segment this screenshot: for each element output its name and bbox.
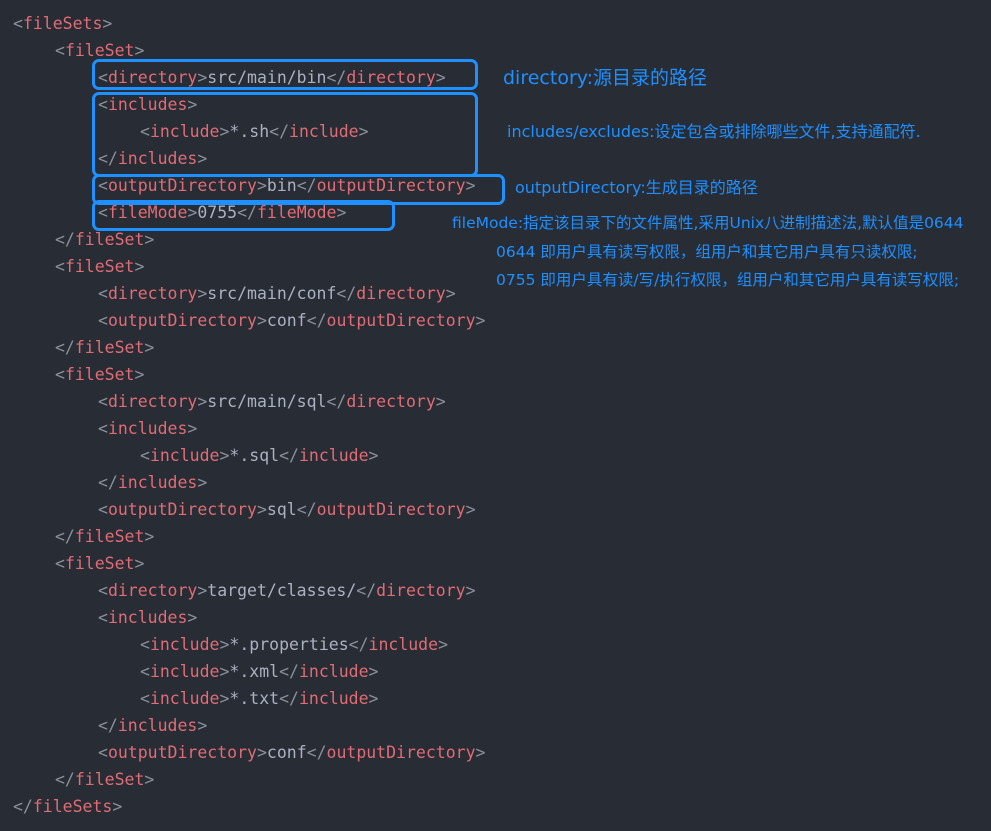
code-line: <include>*.txt</include> [140, 689, 379, 708]
annotation-directory: directory:源目录的路径 [503, 67, 708, 89]
code-line: <includes> [98, 608, 198, 627]
code-line: <outputDirectory>bin</outputDirectory> [98, 176, 476, 195]
code-line: <fileSets> [13, 14, 113, 33]
code-line: </includes> [98, 473, 208, 492]
code-line: <include>*.xml</include> [140, 662, 379, 681]
code-line: <outputDirectory>sql</outputDirectory> [98, 500, 476, 519]
code-line: <fileMode>0755</fileMode> [98, 203, 347, 222]
annotation-output-directory: outputDirectory:生成目录的路径 [515, 178, 758, 197]
annotation-file-mode: fileMode:指定该目录下的文件属性,采用Unix八进制描述法,默认值是06… [452, 214, 964, 232]
code-line: <fileSet> [55, 365, 145, 384]
code-line: </includes> [98, 716, 208, 735]
code-line: <directory>src/main/conf</directory> [98, 284, 456, 303]
code-line: </fileSets> [13, 797, 123, 816]
code-snippet-screenshot: <fileSets> <fileSet> <directory>src/main/b… [0, 0, 991, 831]
annotation-file-mode-0644: 0644 即用户具有读写权限，组用户和其它用户具有只读权限; [496, 243, 918, 261]
code-line: <include>*.properties</include> [140, 635, 448, 654]
code-line: <include>*.sh</include> [140, 122, 369, 141]
code-line: <fileSet> [55, 554, 145, 573]
code-line: <outputDirectory>conf</outputDirectory> [98, 743, 486, 762]
code-line: </fileSet> [55, 527, 155, 546]
annotation-file-mode-0755: 0755 即用户具有读/写/执行权限，组用户和其它用户具有读写权限; [496, 271, 960, 289]
code-line: <fileSet> [55, 41, 145, 60]
code-line: </includes> [98, 149, 208, 168]
code-line: <directory>src/main/bin</directory> [98, 68, 446, 87]
code-line: </fileSet> [55, 230, 155, 249]
code-line: <includes> [98, 419, 198, 438]
code-line: <directory>src/main/sql</directory> [98, 392, 446, 411]
code-line: <directory>target/classes/</directory> [98, 581, 476, 600]
code-line: <fileSet> [55, 257, 145, 276]
code-line: </fileSet> [55, 770, 155, 789]
annotation-includes-excludes: includes/excludes:设定包含或排除哪些文件,支持通配符. [507, 122, 921, 141]
code-line: <include>*.sql</include> [140, 446, 379, 465]
code-line: <outputDirectory>conf</outputDirectory> [98, 311, 486, 330]
code-line: </fileSet> [55, 338, 155, 357]
code-line: <includes> [98, 95, 198, 114]
